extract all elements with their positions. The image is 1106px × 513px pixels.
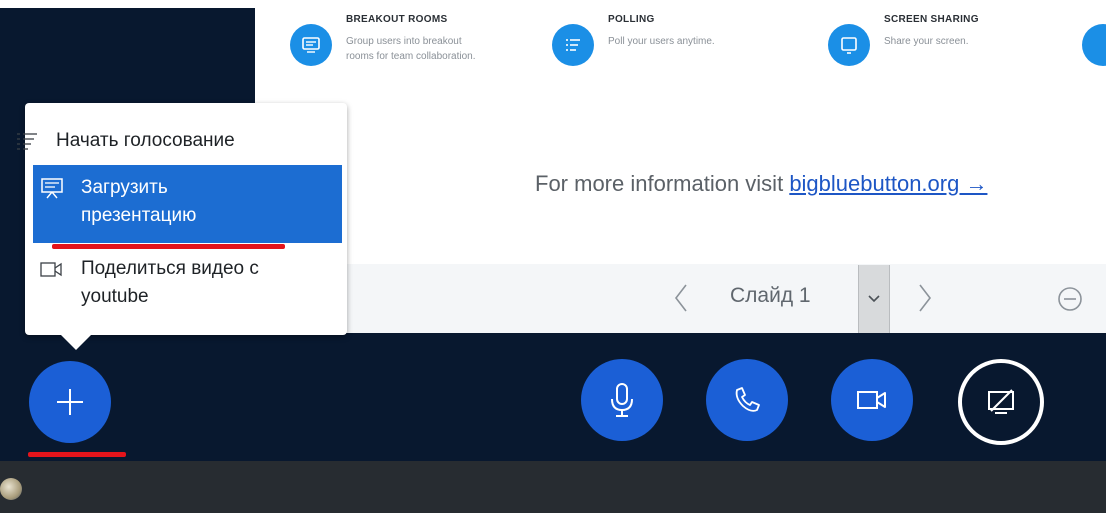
- next-slide-button[interactable]: [916, 282, 934, 319]
- bigbluebutton-link[interactable]: bigbluebutton.org →: [789, 171, 987, 196]
- bottom-control-bar: [0, 333, 1106, 461]
- phone-button[interactable]: [706, 359, 788, 441]
- camera-button[interactable]: [831, 359, 913, 441]
- microphone-button[interactable]: [581, 359, 663, 441]
- menu-item-label: Загрузить презентацию: [81, 177, 197, 226]
- menu-pointer-arrow: [59, 333, 93, 350]
- polling-icon: [552, 24, 594, 66]
- phone-icon: [735, 387, 760, 412]
- highlight-underline: [52, 244, 285, 249]
- more-info-text: For more information visit bigbluebutton…: [535, 171, 987, 197]
- feature-description: Group users into breakout rooms for team…: [346, 36, 476, 62]
- feature-title: SCREEN SHARING: [884, 14, 979, 25]
- breakout-rooms-icon: [290, 24, 332, 66]
- plus-icon: [57, 389, 83, 415]
- more-info-label: For more information visit: [535, 171, 784, 196]
- slide-number-label: Слайд 1: [730, 284, 811, 307]
- slide-select-dropdown[interactable]: [858, 265, 890, 333]
- screen-share-button[interactable]: [958, 359, 1044, 445]
- microphone-icon: [611, 383, 633, 417]
- screen-sharing-icon: [828, 24, 870, 66]
- poll-list-icon: [14, 129, 40, 163]
- chevron-down-icon: [868, 295, 880, 303]
- feature-description: Share your screen.: [884, 36, 969, 47]
- actions-button[interactable]: [29, 361, 111, 443]
- feature-description: Poll your users anytime.: [608, 36, 715, 47]
- menu-item-upload-presentation[interactable]: Загрузить презентацию: [33, 165, 342, 243]
- bigbluebutton-screen: BREAKOUT ROOMS Group users into breakout…: [0, 0, 1106, 513]
- video-icon: [39, 259, 65, 289]
- menu-item-share-youtube-video[interactable]: Поделиться видео с youtube: [33, 255, 342, 315]
- menu-item-start-poll[interactable]: Начать голосование: [8, 127, 342, 157]
- highlight-underline: [28, 452, 126, 457]
- menu-item-label: Поделиться видео с youtube: [81, 258, 259, 307]
- presentation-icon: [39, 175, 65, 209]
- camera-icon: [857, 391, 886, 409]
- screen-share-off-icon: [988, 389, 1014, 414]
- feature-title: POLLING: [608, 14, 655, 25]
- zoom-out-icon: [1058, 287, 1082, 311]
- menu-item-label: Начать голосование: [56, 130, 235, 151]
- feature-title: BREAKOUT ROOMS: [346, 14, 448, 25]
- os-taskbar: [0, 461, 1106, 513]
- zoom-out-button[interactable]: [1056, 285, 1084, 318]
- taskbar-app-icon[interactable]: [0, 478, 22, 500]
- previous-slide-button[interactable]: [672, 282, 690, 319]
